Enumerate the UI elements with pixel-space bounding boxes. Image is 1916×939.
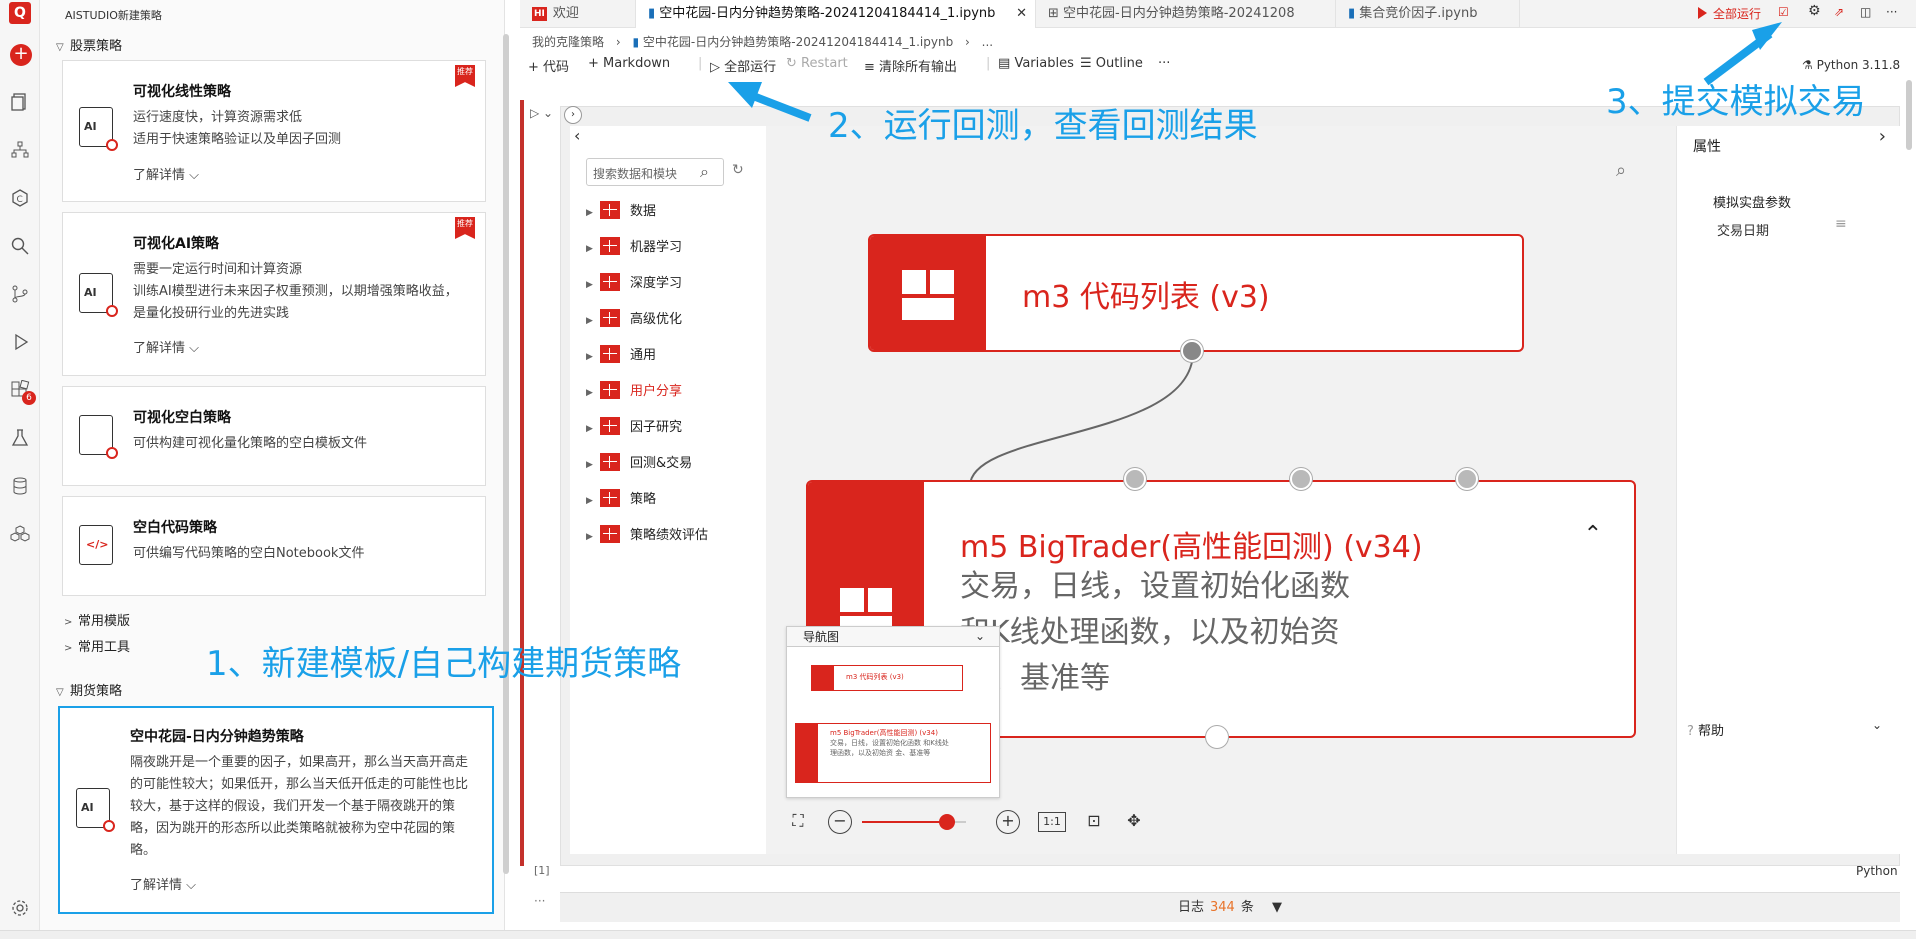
- input-port[interactable]: [1290, 468, 1312, 490]
- module-grid-icon: [902, 270, 954, 320]
- help-section[interactable]: ? 帮助: [1687, 720, 1724, 739]
- move-icon[interactable]: ✥: [1122, 810, 1146, 834]
- properties-section: 模拟实盘参数: [1713, 196, 1792, 211]
- chevron-down-icon[interactable]: ⌄: [975, 629, 985, 643]
- zoom-controls: ⛶ − + 1:1 ⊡ ✥: [786, 810, 1146, 834]
- minimap-node: m5 BigTrader(高性能回测) (v34) 交易，日线，设置初始化函数 …: [795, 723, 991, 783]
- output-port[interactable]: [1206, 726, 1228, 748]
- annotation-step3: 3、提交模拟交易: [1606, 82, 1866, 122]
- more-icon[interactable]: ···: [534, 894, 545, 908]
- input-port[interactable]: [1124, 468, 1146, 490]
- app-window: Q + C 6 AISTUDIO新建策略 ▽ 股票策略 推荐 AI 可视化线性策…: [0, 0, 1916, 939]
- log-count: 344: [1210, 900, 1235, 915]
- output-port[interactable]: [1181, 340, 1203, 362]
- node-title: m3 代码列表 (v3): [1022, 280, 1270, 315]
- chevron-right-icon[interactable]: ›: [1879, 126, 1886, 147]
- zoom-slider-fill: [862, 821, 948, 823]
- minimap-node: m3 代码列表 (v3): [811, 665, 963, 691]
- navigation-minimap[interactable]: 导航图 ⌄ m3 代码列表 (v3) m5 BigTrader(高性能回测) (…: [786, 626, 1000, 798]
- reset-zoom-button[interactable]: 1:1: [1038, 812, 1066, 832]
- node-m3-code-list[interactable]: m3 代码列表 (v3): [868, 234, 1524, 352]
- focus-icon[interactable]: ⊡: [1082, 810, 1106, 834]
- editor-scrollbar[interactable]: [1906, 80, 1912, 150]
- node-desc-line: 交易，日线，设置初始化函数: [960, 569, 1350, 604]
- drag-handle-icon[interactable]: ≡: [1835, 216, 1847, 232]
- minimap-title: 导航图: [787, 627, 999, 647]
- properties-panel: 属性 › 模拟实盘参数 交易日期 ≡ ? 帮助 ⌄: [1676, 126, 1900, 854]
- input-port[interactable]: [1456, 468, 1478, 490]
- chevron-down-icon[interactable]: ⌄: [1872, 718, 1882, 732]
- zoom-in-button[interactable]: +: [996, 810, 1020, 834]
- log-bar[interactable]: 日志 344 条 ▼: [560, 892, 1900, 922]
- cell-execution-count: [1]: [534, 864, 550, 877]
- collapse-node-icon[interactable]: ⌃: [1584, 522, 1602, 547]
- cell-language[interactable]: Python: [1856, 864, 1898, 878]
- annotation-step2: 2、运行回测，查看回测结果: [828, 106, 1258, 146]
- fit-view-icon[interactable]: ⛶: [786, 810, 810, 834]
- zoom-out-button[interactable]: −: [828, 810, 852, 834]
- help-icon: ?: [1687, 724, 1694, 739]
- caret-down-icon[interactable]: ▼: [1272, 900, 1282, 915]
- trade-date-label: 交易日期: [1717, 224, 1770, 239]
- node-title: m5 BigTrader(高性能回测) (v34): [960, 530, 1423, 565]
- zoom-slider-thumb[interactable]: [939, 814, 956, 830]
- status-bar: [0, 930, 1916, 939]
- properties-title: 属性: [1693, 139, 1721, 155]
- node-desc-line: 和K线处理函数，以及初始资: [960, 615, 1340, 650]
- annotation-step1: 1、新建模板/自己构建期货策略: [206, 644, 682, 684]
